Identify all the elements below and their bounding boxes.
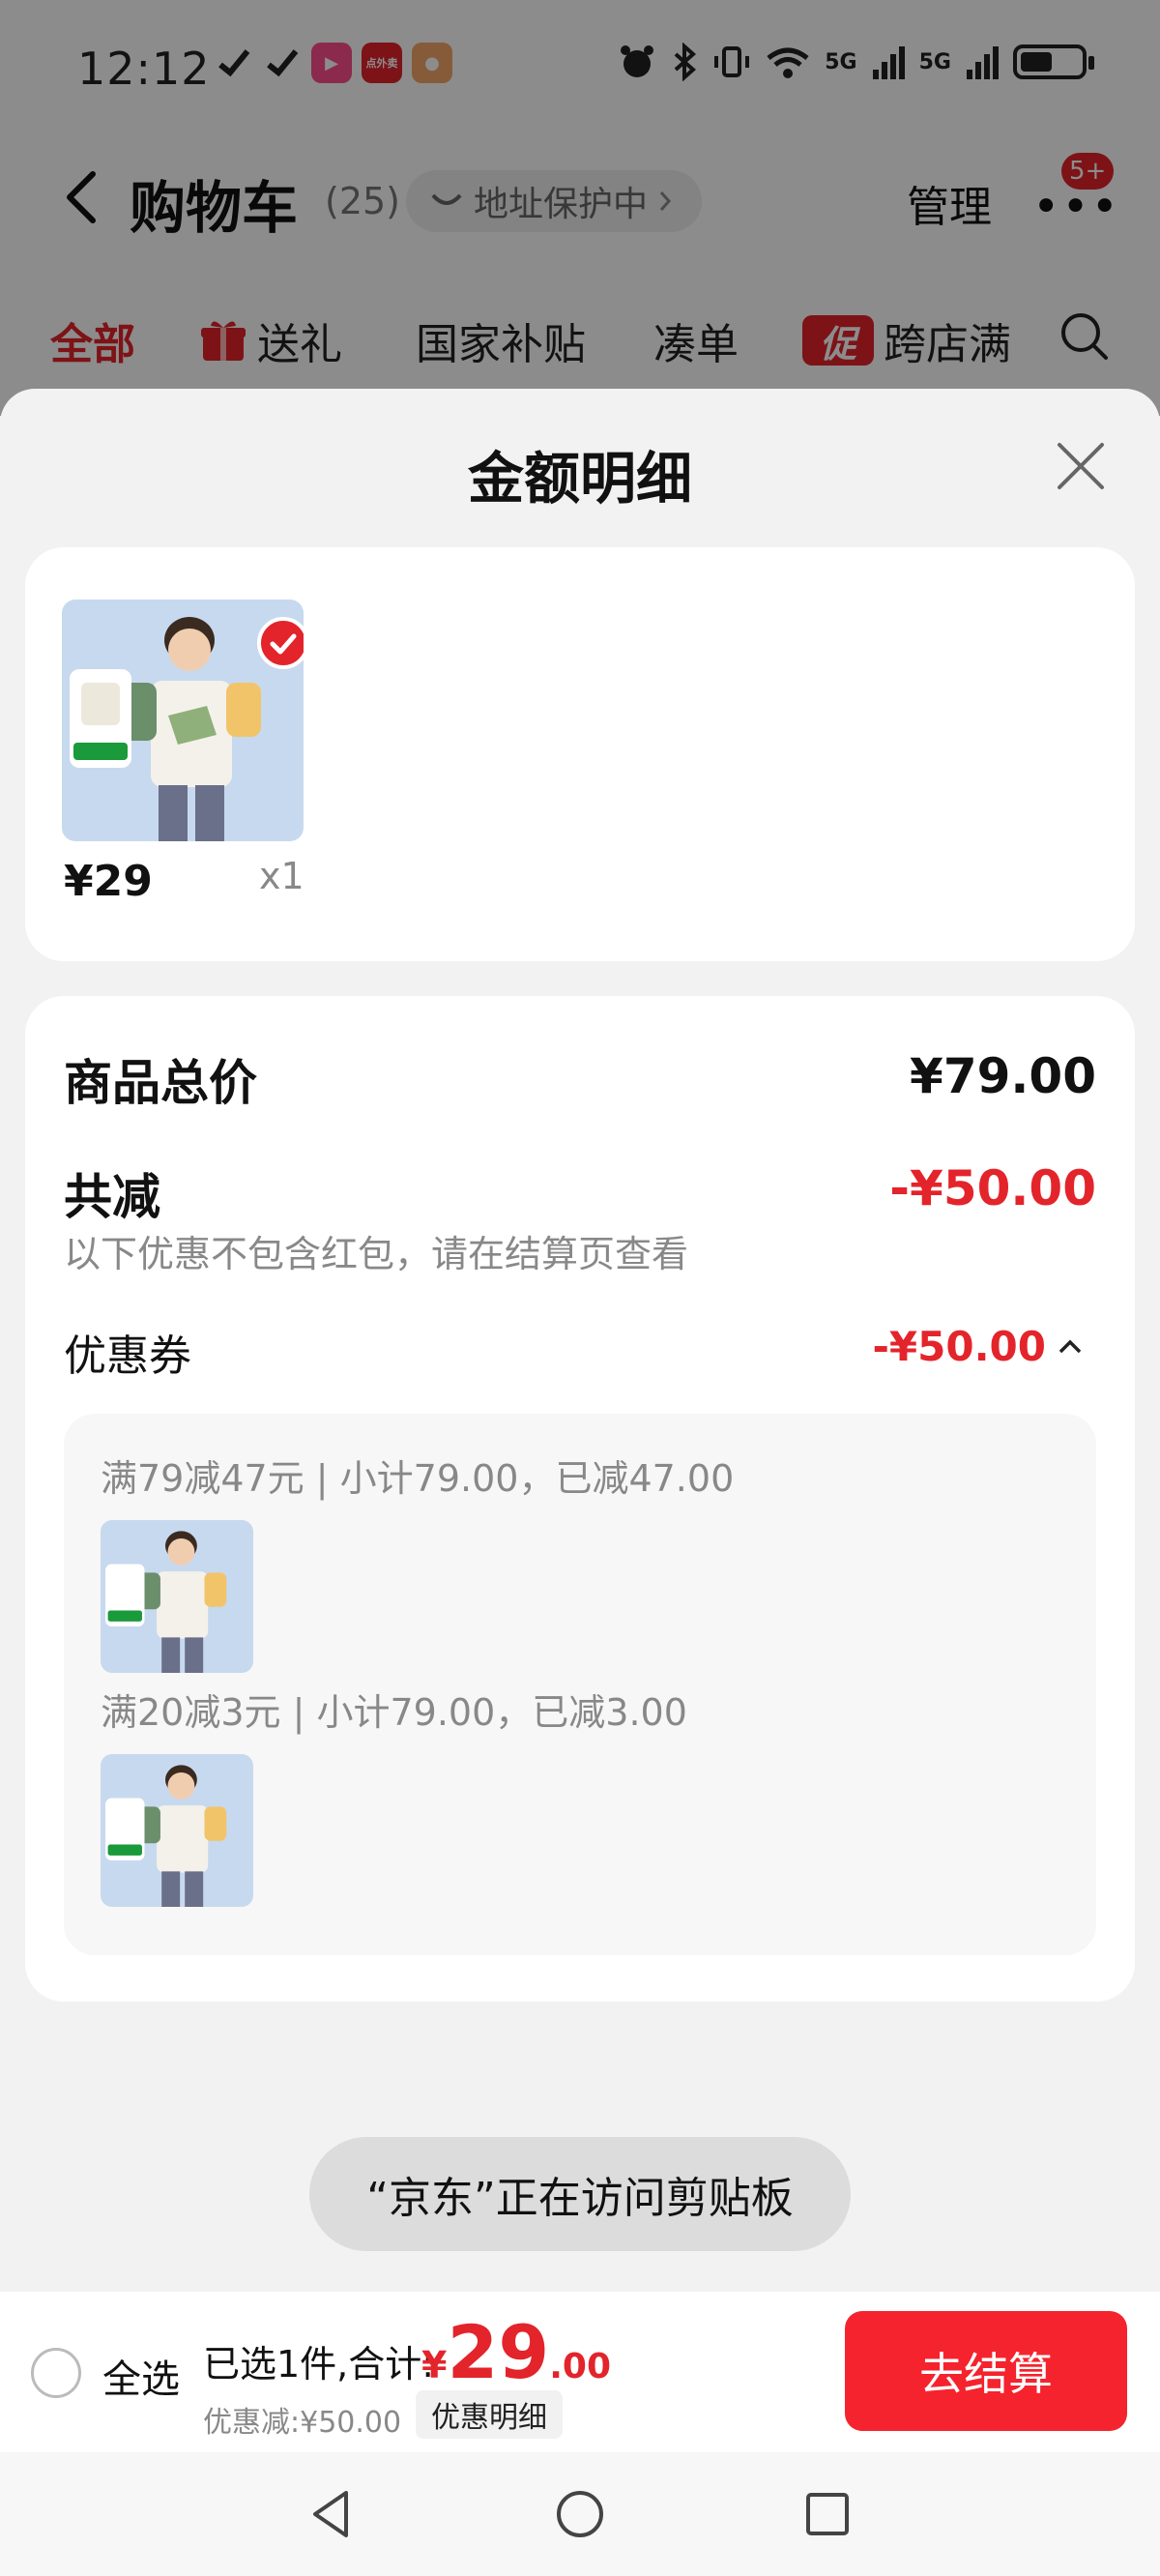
coupon-label: 优惠券 [64, 1332, 191, 1381]
total-price-label: 商品总价 [64, 1055, 257, 1111]
product-image[interactable] [62, 600, 304, 841]
currency-symbol: ¥ [421, 2344, 448, 2386]
price-integer: 29 [447, 2309, 550, 2395]
product-photo [101, 1754, 253, 1907]
chevron-up-icon [1058, 1339, 1082, 1353]
dim-overlay[interactable] [0, 0, 1160, 416]
price-summary-card: 商品总价 ¥79.00 共减 -¥50.00 以下优惠不包含红包，请在结算页查看… [25, 996, 1135, 2002]
discount-note: 以下优惠不包含红包，请在结算页查看 [64, 1233, 689, 1275]
product-photo [101, 1520, 253, 1673]
product-card: ¥29 x1 [25, 547, 1135, 961]
select-all-checkbox[interactable] [31, 2348, 81, 2398]
total-price-value: ¥79.00 [910, 1048, 1096, 1104]
coupon-value: -¥50.00 [872, 1323, 1046, 1370]
total-amount: ¥ 29 .00 [421, 2309, 611, 2395]
discount-amount: 优惠减:¥50.00 [203, 2406, 402, 2440]
nav-recents-icon[interactable] [798, 2485, 856, 2543]
checkout-button[interactable]: 去结算 [845, 2311, 1127, 2431]
discount-detail-button[interactable]: 优惠明细 [416, 2390, 563, 2439]
product-quantity: x1 [259, 855, 304, 897]
price-decimal: .00 [549, 2347, 611, 2386]
coupon-detail-panel: 满79减47元 | 小计79.00，已减47.00 满20减3元 | 小计79.… [64, 1414, 1096, 1955]
selected-check-icon[interactable] [257, 617, 304, 669]
coupon-toggle[interactable]: -¥50.00 [872, 1323, 1083, 1370]
coupon-product-image [101, 1754, 253, 1907]
sheet-title: 金额明细 [467, 446, 692, 512]
nav-back-icon[interactable] [304, 2485, 362, 2543]
clipboard-toast: “京东”正在访问剪贴板 [309, 2137, 851, 2251]
product-price: ¥29 [64, 857, 153, 906]
total-discount-label: 共减 [64, 1169, 160, 1225]
coupon-rule: 满20减3元 | 小计79.00，已减3.00 [101, 1691, 687, 1734]
total-discount-value: -¥50.00 [889, 1160, 1096, 1216]
coupon-rule: 满79减47元 | 小计79.00，已减47.00 [101, 1457, 735, 1500]
select-all-label[interactable]: 全选 [102, 2348, 180, 2404]
coupon-product-image [101, 1520, 253, 1673]
nav-home-icon[interactable] [551, 2485, 609, 2543]
system-navigation-bar [0, 2452, 1160, 2576]
close-icon[interactable] [1052, 437, 1110, 495]
checkout-bar: 全选 已选1件,合计: ¥ 29 .00 优惠减:¥50.00 优惠明细 去结算 [0, 2292, 1160, 2452]
selected-summary: 已选1件,合计: [203, 2343, 435, 2386]
